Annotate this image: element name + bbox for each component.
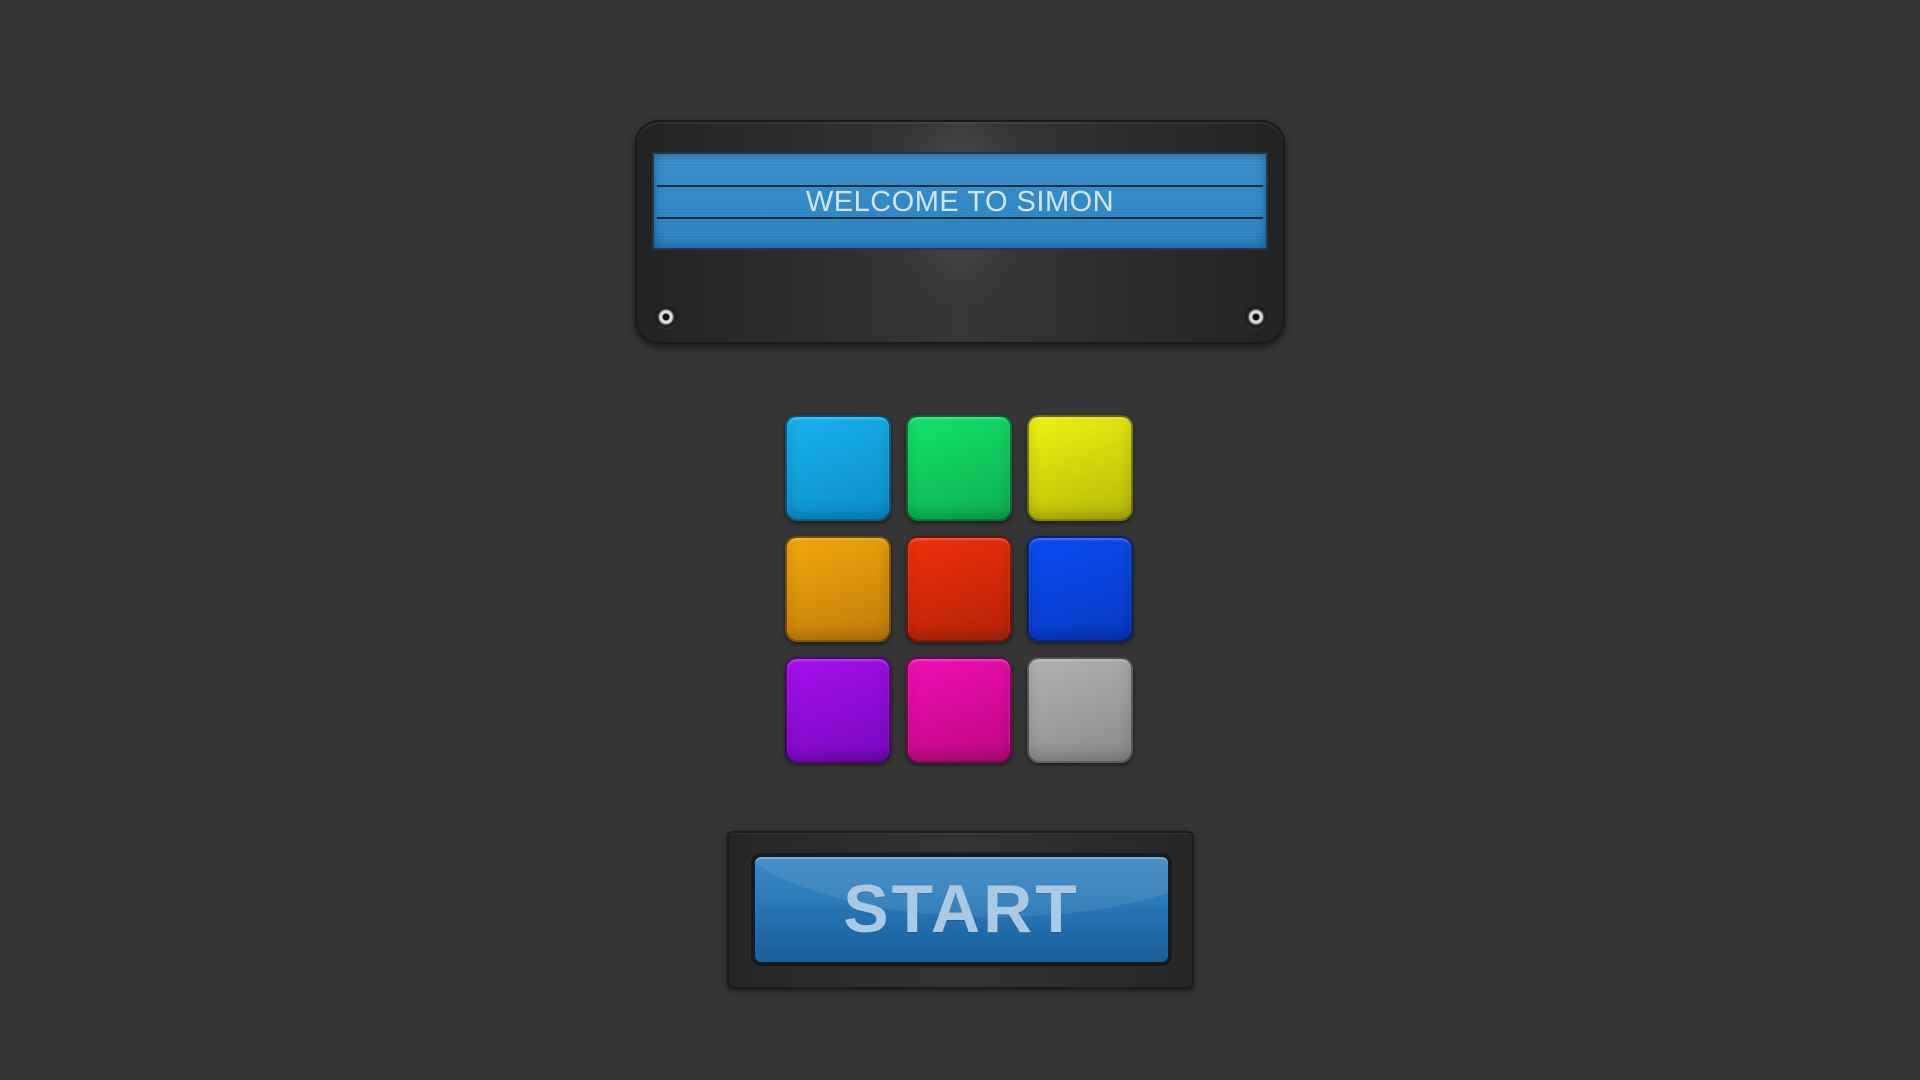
color-pad-magenta[interactable] bbox=[906, 657, 1012, 763]
screw-left-icon bbox=[655, 306, 677, 328]
color-pad-gray[interactable] bbox=[1027, 657, 1133, 763]
color-pad-purple[interactable] bbox=[785, 657, 891, 763]
start-button-label: START bbox=[843, 871, 1080, 947]
color-pad-grid bbox=[785, 415, 1135, 765]
color-pad-red[interactable] bbox=[906, 536, 1012, 642]
game-screen: WELCOME TO SIMON START bbox=[0, 0, 1920, 1080]
start-button-frame: START bbox=[727, 831, 1194, 989]
display-message: WELCOME TO SIMON bbox=[805, 186, 1115, 218]
color-pad-cyan[interactable] bbox=[785, 415, 891, 521]
color-pad-yellow[interactable] bbox=[1027, 415, 1133, 521]
color-pad-green[interactable] bbox=[906, 415, 1012, 521]
display-panel: WELCOME TO SIMON bbox=[635, 120, 1285, 344]
color-pad-orange[interactable] bbox=[785, 536, 891, 642]
lcd-screen: WELCOME TO SIMON bbox=[652, 152, 1268, 250]
start-button[interactable]: START bbox=[751, 853, 1172, 966]
color-pad-blue[interactable] bbox=[1027, 536, 1133, 642]
lcd-divider-bottom bbox=[657, 217, 1263, 219]
screw-right-icon bbox=[1245, 306, 1267, 328]
